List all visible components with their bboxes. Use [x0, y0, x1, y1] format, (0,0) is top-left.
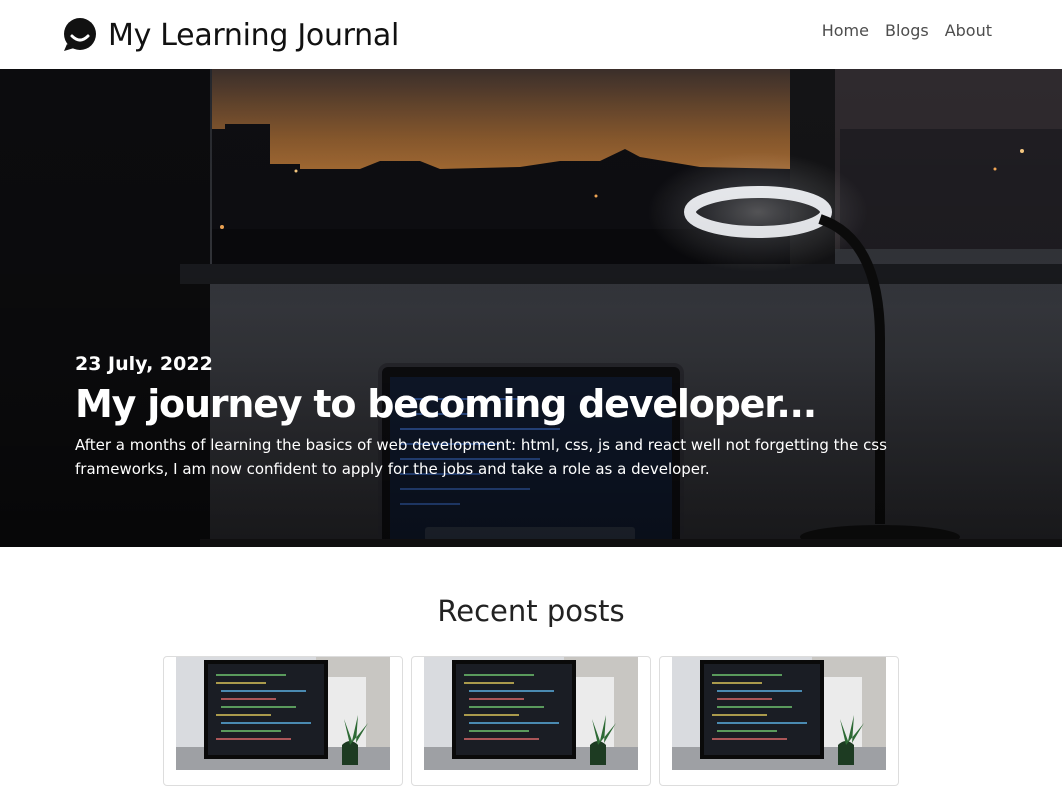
brand-link[interactable]: My Learning Journal — [62, 14, 399, 56]
main-nav: Home Blogs About — [822, 21, 992, 40]
post-title[interactable]: My journey to becoming developer... — [75, 382, 975, 427]
laptop-code-photo — [424, 657, 638, 770]
hero-banner[interactable]: 23 July, 2022 My journey to becoming dev… — [0, 69, 1062, 547]
site-title: My Learning Journal — [108, 17, 400, 53]
post-card[interactable] — [163, 656, 403, 786]
post-excerpt: After a months of learning the basics of… — [75, 435, 887, 478]
nav-home[interactable]: Home — [822, 21, 869, 40]
nav-blogs[interactable]: Blogs — [885, 21, 929, 40]
recent-posts-heading: Recent posts — [437, 594, 625, 628]
post-card[interactable] — [659, 656, 899, 786]
post-date: 23 July, 2022 — [75, 353, 213, 375]
post-card[interactable] — [411, 656, 651, 786]
hero-content: 23 July, 2022 My journey to becoming dev… — [75, 353, 975, 481]
site-header: My Learning Journal Home Blogs About — [0, 0, 1062, 69]
laptop-code-photo — [672, 657, 886, 770]
chat-bubble-icon — [62, 17, 98, 53]
laptop-code-photo — [176, 657, 390, 770]
nav-about[interactable]: About — [945, 21, 992, 40]
